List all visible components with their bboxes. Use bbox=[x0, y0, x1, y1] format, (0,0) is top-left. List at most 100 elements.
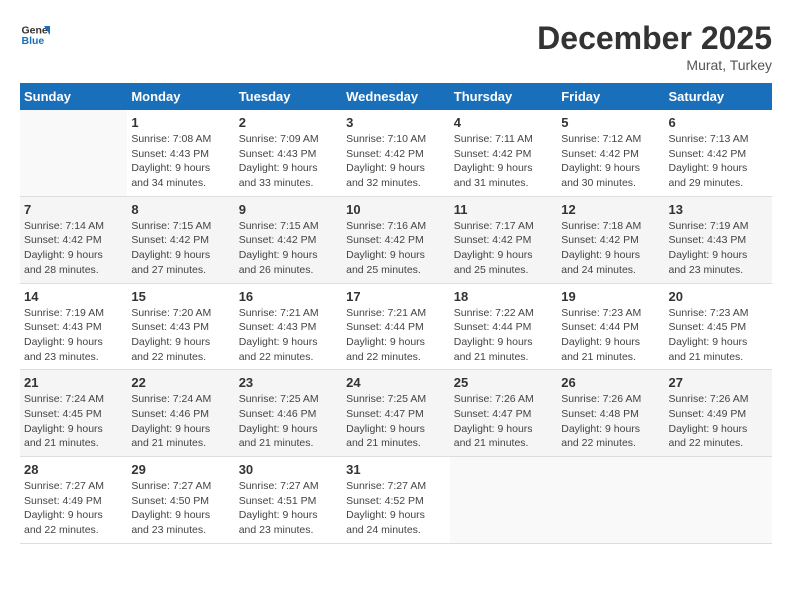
calendar-cell: 2 Sunrise: 7:09 AMSunset: 4:43 PMDaylight… bbox=[235, 110, 342, 196]
day-number: 9 bbox=[239, 202, 338, 217]
day-number: 6 bbox=[669, 115, 769, 130]
day-info: Sunrise: 7:09 AMSunset: 4:43 PMDaylight:… bbox=[239, 132, 338, 191]
day-info: Sunrise: 7:27 AMSunset: 4:49 PMDaylight:… bbox=[24, 479, 123, 538]
day-number: 16 bbox=[239, 289, 338, 304]
calendar-cell: 12Sunrise: 7:18 AMSunset: 4:42 PMDayligh… bbox=[557, 196, 664, 283]
day-info: Sunrise: 7:18 AMSunset: 4:42 PMDaylight:… bbox=[561, 219, 660, 278]
calendar-cell: 1 Sunrise: 7:08 AMSunset: 4:43 PMDaylight… bbox=[127, 110, 234, 196]
day-info: Sunrise: 7:23 AMSunset: 4:44 PMDaylight:… bbox=[561, 306, 660, 365]
day-number: 22 bbox=[131, 375, 230, 390]
calendar-cell bbox=[665, 457, 773, 544]
calendar-week-4: 21 Sunrise: 7:24 AMSunset: 4:45 PMDayligh… bbox=[20, 370, 772, 457]
day-info: Sunrise: 7:16 AMSunset: 4:42 PMDaylight:… bbox=[346, 219, 446, 278]
day-info: Sunrise: 7:22 AMSunset: 4:44 PMDaylight:… bbox=[454, 306, 553, 365]
calendar-table: SundayMondayTuesdayWednesdayThursdayFrid… bbox=[20, 83, 772, 544]
calendar-cell: 5Sunrise: 7:12 AMSunset: 4:42 PMDaylight… bbox=[557, 110, 664, 196]
calendar-cell: 27Sunrise: 7:26 AMSunset: 4:49 PMDayligh… bbox=[665, 370, 773, 457]
calendar-cell bbox=[20, 110, 127, 196]
calendar-cell bbox=[557, 457, 664, 544]
calendar-cell: 25Sunrise: 7:26 AMSunset: 4:47 PMDayligh… bbox=[450, 370, 557, 457]
weekday-header-wednesday: Wednesday bbox=[342, 83, 450, 110]
day-info: Sunrise: 7:19 AMSunset: 4:43 PMDaylight:… bbox=[24, 306, 123, 365]
day-info: Sunrise: 7:17 AMSunset: 4:42 PMDaylight:… bbox=[454, 219, 553, 278]
weekday-header-monday: Monday bbox=[127, 83, 234, 110]
day-info: Sunrise: 7:27 AMSunset: 4:50 PMDaylight:… bbox=[131, 479, 230, 538]
page-header: General Blue December 2025 Murat, Turkey bbox=[20, 20, 772, 73]
day-info: Sunrise: 7:24 AMSunset: 4:45 PMDaylight:… bbox=[24, 392, 123, 451]
day-number: 23 bbox=[239, 375, 338, 390]
calendar-week-1: 1 Sunrise: 7:08 AMSunset: 4:43 PMDaylight… bbox=[20, 110, 772, 196]
calendar-cell: 22 Sunrise: 7:24 AMSunset: 4:46 PMDayligh… bbox=[127, 370, 234, 457]
calendar-cell: 13 Sunrise: 7:19 AMSunset: 4:43 PMDayligh… bbox=[665, 196, 773, 283]
day-info: Sunrise: 7:14 AMSunset: 4:42 PMDaylight:… bbox=[24, 219, 123, 278]
calendar-cell: 8 Sunrise: 7:15 AMSunset: 4:42 PMDaylight… bbox=[127, 196, 234, 283]
calendar-cell: 10 Sunrise: 7:16 AMSunset: 4:42 PMDayligh… bbox=[342, 196, 450, 283]
weekday-header-tuesday: Tuesday bbox=[235, 83, 342, 110]
day-info: Sunrise: 7:13 AMSunset: 4:42 PMDaylight:… bbox=[669, 132, 769, 191]
title-area: December 2025 Murat, Turkey bbox=[537, 20, 772, 73]
calendar-week-2: 7 Sunrise: 7:14 AMSunset: 4:42 PMDaylight… bbox=[20, 196, 772, 283]
weekday-header-thursday: Thursday bbox=[450, 83, 557, 110]
day-info: Sunrise: 7:25 AMSunset: 4:46 PMDaylight:… bbox=[239, 392, 338, 451]
weekday-header-friday: Friday bbox=[557, 83, 664, 110]
calendar-cell: 3Sunrise: 7:10 AMSunset: 4:42 PMDaylight… bbox=[342, 110, 450, 196]
day-number: 5 bbox=[561, 115, 660, 130]
calendar-cell: 16 Sunrise: 7:21 AMSunset: 4:43 PMDayligh… bbox=[235, 283, 342, 370]
day-number: 31 bbox=[346, 462, 446, 477]
calendar-cell: 28 Sunrise: 7:27 AMSunset: 4:49 PMDayligh… bbox=[20, 457, 127, 544]
day-number: 4 bbox=[454, 115, 553, 130]
day-number: 30 bbox=[239, 462, 338, 477]
day-number: 19 bbox=[561, 289, 660, 304]
calendar-cell: 17 Sunrise: 7:21 AMSunset: 4:44 PMDayligh… bbox=[342, 283, 450, 370]
calendar-cell: 4Sunrise: 7:11 AMSunset: 4:42 PMDaylight… bbox=[450, 110, 557, 196]
calendar-cell: 11 Sunrise: 7:17 AMSunset: 4:42 PMDayligh… bbox=[450, 196, 557, 283]
calendar-cell: 18 Sunrise: 7:22 AMSunset: 4:44 PMDayligh… bbox=[450, 283, 557, 370]
day-info: Sunrise: 7:19 AMSunset: 4:43 PMDaylight:… bbox=[669, 219, 769, 278]
day-number: 25 bbox=[454, 375, 553, 390]
day-info: Sunrise: 7:15 AMSunset: 4:42 PMDaylight:… bbox=[131, 219, 230, 278]
day-number: 26 bbox=[561, 375, 660, 390]
day-info: Sunrise: 7:21 AMSunset: 4:44 PMDaylight:… bbox=[346, 306, 446, 365]
day-number: 1 bbox=[131, 115, 230, 130]
calendar-cell: 21 Sunrise: 7:24 AMSunset: 4:45 PMDayligh… bbox=[20, 370, 127, 457]
day-info: Sunrise: 7:20 AMSunset: 4:43 PMDaylight:… bbox=[131, 306, 230, 365]
calendar-cell bbox=[450, 457, 557, 544]
calendar-cell: 31Sunrise: 7:27 AMSunset: 4:52 PMDayligh… bbox=[342, 457, 450, 544]
day-info: Sunrise: 7:26 AMSunset: 4:49 PMDaylight:… bbox=[669, 392, 769, 451]
day-number: 7 bbox=[24, 202, 123, 217]
day-number: 24 bbox=[346, 375, 446, 390]
day-info: Sunrise: 7:21 AMSunset: 4:43 PMDaylight:… bbox=[239, 306, 338, 365]
calendar-cell: 20Sunrise: 7:23 AMSunset: 4:45 PMDayligh… bbox=[665, 283, 773, 370]
calendar-week-3: 14Sunrise: 7:19 AMSunset: 4:43 PMDayligh… bbox=[20, 283, 772, 370]
day-number: 2 bbox=[239, 115, 338, 130]
day-info: Sunrise: 7:08 AMSunset: 4:43 PMDaylight:… bbox=[131, 132, 230, 191]
day-info: Sunrise: 7:24 AMSunset: 4:46 PMDaylight:… bbox=[131, 392, 230, 451]
calendar-cell: 6 Sunrise: 7:13 AMSunset: 4:42 PMDaylight… bbox=[665, 110, 773, 196]
location-subtitle: Murat, Turkey bbox=[537, 57, 772, 73]
calendar-cell: 19 Sunrise: 7:23 AMSunset: 4:44 PMDayligh… bbox=[557, 283, 664, 370]
weekday-header-sunday: Sunday bbox=[20, 83, 127, 110]
day-number: 11 bbox=[454, 202, 553, 217]
weekday-header-row: SundayMondayTuesdayWednesdayThursdayFrid… bbox=[20, 83, 772, 110]
day-info: Sunrise: 7:25 AMSunset: 4:47 PMDaylight:… bbox=[346, 392, 446, 451]
calendar-cell: 30Sunrise: 7:27 AMSunset: 4:51 PMDayligh… bbox=[235, 457, 342, 544]
calendar-cell: 15 Sunrise: 7:20 AMSunset: 4:43 PMDayligh… bbox=[127, 283, 234, 370]
day-number: 13 bbox=[669, 202, 769, 217]
day-info: Sunrise: 7:23 AMSunset: 4:45 PMDaylight:… bbox=[669, 306, 769, 365]
svg-text:Blue: Blue bbox=[22, 35, 45, 47]
calendar-cell: 9Sunrise: 7:15 AMSunset: 4:42 PMDaylight… bbox=[235, 196, 342, 283]
day-number: 29 bbox=[131, 462, 230, 477]
day-number: 8 bbox=[131, 202, 230, 217]
calendar-cell: 14Sunrise: 7:19 AMSunset: 4:43 PMDayligh… bbox=[20, 283, 127, 370]
day-number: 17 bbox=[346, 289, 446, 304]
day-number: 21 bbox=[24, 375, 123, 390]
day-number: 28 bbox=[24, 462, 123, 477]
day-number: 3 bbox=[346, 115, 446, 130]
calendar-cell: 26Sunrise: 7:26 AMSunset: 4:48 PMDayligh… bbox=[557, 370, 664, 457]
logo-icon: General Blue bbox=[20, 20, 50, 50]
day-number: 18 bbox=[454, 289, 553, 304]
day-number: 10 bbox=[346, 202, 446, 217]
logo: General Blue bbox=[20, 20, 50, 50]
calendar-cell: 29 Sunrise: 7:27 AMSunset: 4:50 PMDayligh… bbox=[127, 457, 234, 544]
day-number: 15 bbox=[131, 289, 230, 304]
